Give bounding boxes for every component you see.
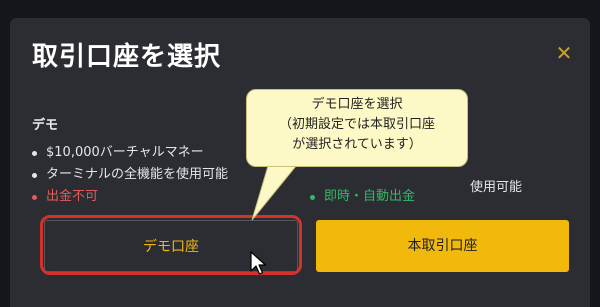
callout-line: （初期設定では本取引口座 <box>278 117 435 132</box>
real-feature-item-instant-withdrawal: 即時・自動出金 <box>306 186 415 208</box>
demo-feature-item-no-withdrawal: 出金不可 <box>28 186 228 208</box>
real-account-button[interactable]: 本取引口座 <box>316 220 569 272</box>
demo-feature-item: $10,000バーチャルマネー <box>28 142 228 164</box>
dialog-title: 取引口座を選択 <box>32 42 222 72</box>
real-feature-item <box>306 164 415 186</box>
callout-line: デモ口座を選択 <box>311 97 403 112</box>
instruction-callout: デモ口座を選択 （初期設定では本取引口座 が選択されています） <box>246 89 468 167</box>
mouse-cursor-icon <box>250 251 267 275</box>
demo-feature-item: ターミナルの全機能を使用可能 <box>28 164 228 186</box>
demo-heading: デモ <box>32 118 59 133</box>
close-icon[interactable]: ✕ <box>553 42 575 64</box>
callout-line: が選択されています） <box>292 137 422 152</box>
real-feature-partial-text: 使用可能 <box>470 180 523 195</box>
demo-feature-list: $10,000バーチャルマネー ターミナルの全機能を使用可能 出金不可 <box>28 142 228 208</box>
